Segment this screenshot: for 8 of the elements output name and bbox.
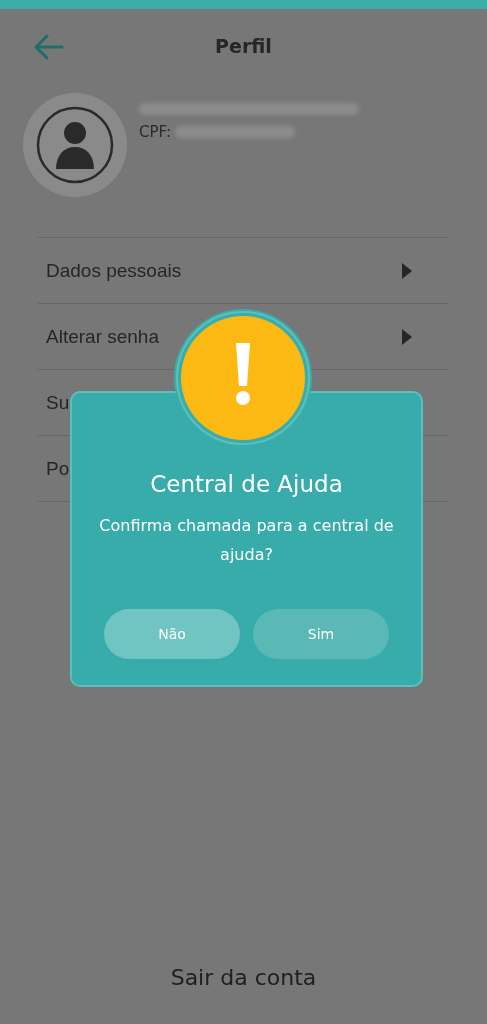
confirm-button[interactable]: Sim: [253, 609, 389, 659]
menu-item[interactable]: Dados pessoais: [38, 238, 449, 304]
logout-button[interactable]: Sair da conta: [162, 961, 325, 994]
cancel-button[interactable]: Não: [104, 609, 240, 659]
page-title: Perfil: [215, 35, 272, 57]
cpf-label: CPF:: [139, 123, 172, 141]
dialog-message: Confirma chamada para a central de ajuda?: [98, 515, 395, 566]
dialog-title: Central de Ajuda: [150, 471, 343, 497]
